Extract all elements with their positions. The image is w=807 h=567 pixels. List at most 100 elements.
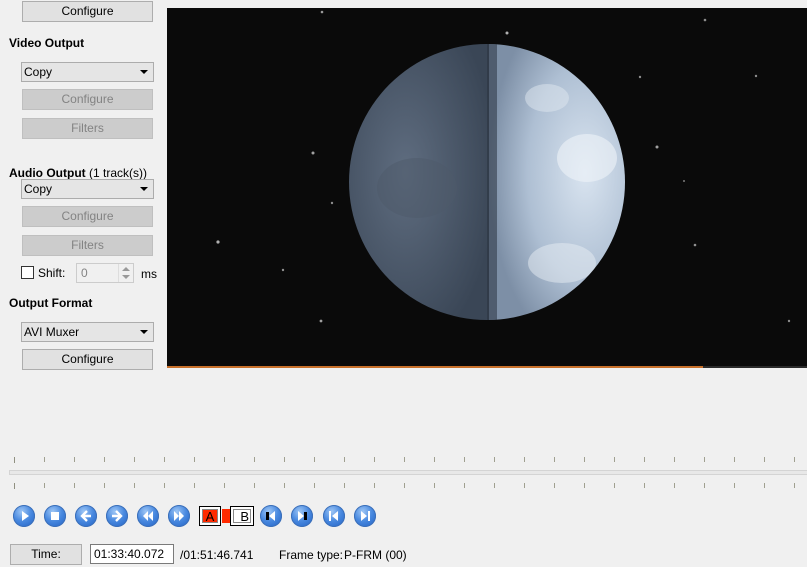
audio-output-configure-button[interactable]: Configure	[22, 206, 153, 227]
slider-tick	[374, 483, 375, 488]
go-to-marker-b-button[interactable]	[291, 505, 313, 527]
slider-ticks-bottom	[14, 483, 807, 489]
slider-ticks-top	[14, 457, 807, 463]
marker-a-label: A	[202, 509, 218, 524]
audio-output-selected-value: Copy	[24, 182, 53, 196]
play-button[interactable]	[13, 505, 35, 527]
output-format-select[interactable]: AVI Muxer	[21, 322, 154, 342]
previous-frame-button[interactable]	[75, 505, 97, 527]
slider-tick	[14, 483, 15, 489]
slider-tick	[194, 483, 195, 488]
total-duration: /01:51:46.741	[180, 548, 254, 562]
go-to-last-frame-button[interactable]	[354, 505, 376, 527]
slider-tick	[224, 457, 225, 462]
slider-tick	[674, 457, 675, 462]
go-to-first-frame-button[interactable]	[323, 505, 345, 527]
slider-tick	[404, 483, 405, 488]
shift-unit-label: ms	[141, 267, 157, 281]
slider-tick	[374, 457, 375, 462]
spin-down-icon[interactable]	[122, 275, 130, 279]
video-output-heading: Video Output	[9, 36, 85, 50]
slider-tick	[404, 457, 405, 462]
slider-tick	[104, 483, 105, 488]
moon-frame-image	[216, 10, 791, 323]
next-keyframe-button[interactable]	[168, 505, 190, 527]
slider-tick	[734, 457, 735, 462]
previous-keyframe-button[interactable]	[137, 505, 159, 527]
slider-tick	[434, 483, 435, 488]
next-keyframe-icon	[174, 511, 184, 521]
shift-spinbox[interactable]: 0	[76, 263, 134, 283]
slider-tick	[314, 457, 315, 462]
shift-label: Shift:	[38, 266, 66, 280]
slider-tick	[524, 483, 525, 488]
chevron-down-icon	[140, 187, 148, 191]
set-marker-b-button[interactable]: B	[230, 506, 254, 526]
current-time-input[interactable]: 01:33:40.072	[90, 544, 174, 564]
output-format-configure-button[interactable]: Configure	[22, 349, 153, 370]
go-to-marker-b-icon	[298, 511, 307, 521]
slider-tick	[764, 483, 765, 488]
video-preview	[167, 8, 807, 366]
chevron-down-icon	[140, 330, 148, 334]
shift-checkbox[interactable]	[21, 266, 34, 279]
video-output-select[interactable]: Copy	[21, 62, 154, 82]
audio-output-select[interactable]: Copy	[21, 179, 154, 199]
moon	[349, 44, 625, 320]
slider-tick	[134, 483, 135, 488]
video-output-configure-button[interactable]: Configure	[22, 89, 153, 110]
previous-frame-icon	[80, 510, 91, 522]
slider-tick	[614, 483, 615, 488]
slider-tick	[554, 457, 555, 462]
previous-keyframe-icon	[143, 511, 153, 521]
slider-tick	[44, 483, 45, 488]
slider-tick	[464, 457, 465, 462]
slider-tick	[344, 457, 345, 462]
next-frame-button[interactable]	[106, 505, 128, 527]
slider-tick	[704, 483, 705, 488]
slider-tick	[104, 457, 105, 462]
play-icon	[22, 511, 29, 521]
video-codec-configure-button[interactable]: Configure	[22, 1, 153, 22]
slider-tick	[164, 457, 165, 462]
slider-tick	[194, 457, 195, 462]
slider-tick	[764, 457, 765, 462]
output-format-selected-value: AVI Muxer	[24, 325, 80, 339]
frame-type-value: P-FRM (00)	[344, 548, 407, 562]
time-button[interactable]: Time:	[10, 544, 82, 565]
spin-arrows[interactable]	[118, 264, 133, 282]
audio-output-filters-button[interactable]: Filters	[22, 235, 153, 256]
slider-tick	[314, 483, 315, 488]
slider-tick	[74, 457, 75, 462]
slider-tick	[584, 457, 585, 462]
video-output-filters-button[interactable]: Filters	[22, 118, 153, 139]
slider-tick	[254, 457, 255, 462]
slider-tick	[74, 483, 75, 488]
slider-tick	[674, 483, 675, 488]
slider-tick	[494, 483, 495, 488]
go-to-marker-a-button[interactable]	[260, 505, 282, 527]
audio-output-heading: Audio Output (1 track(s))	[9, 166, 147, 180]
video-output-selected-value: Copy	[24, 65, 53, 79]
shift-value: 0	[81, 266, 88, 280]
spin-up-icon[interactable]	[122, 267, 130, 271]
frame-type-label: Frame type:	[279, 548, 344, 562]
slider-tick	[794, 483, 795, 488]
slider-tick	[734, 483, 735, 488]
timeline-slider[interactable]	[9, 470, 807, 475]
go-to-first-frame-icon	[329, 511, 338, 521]
slider-tick	[464, 483, 465, 488]
playback-progress-remaining	[703, 366, 807, 368]
audio-track-count: (1 track(s))	[88, 166, 147, 180]
set-marker-a-button[interactable]: A	[199, 506, 221, 526]
go-to-marker-a-icon	[266, 511, 275, 521]
playback-progress	[167, 366, 703, 368]
slider-tick	[524, 457, 525, 462]
slider-tick	[284, 457, 285, 462]
slider-tick	[434, 457, 435, 462]
slider-tick	[614, 457, 615, 462]
stop-button[interactable]	[44, 505, 66, 527]
marker-b-label: B	[233, 509, 251, 524]
slider-tick	[284, 483, 285, 488]
chevron-down-icon	[140, 70, 148, 74]
